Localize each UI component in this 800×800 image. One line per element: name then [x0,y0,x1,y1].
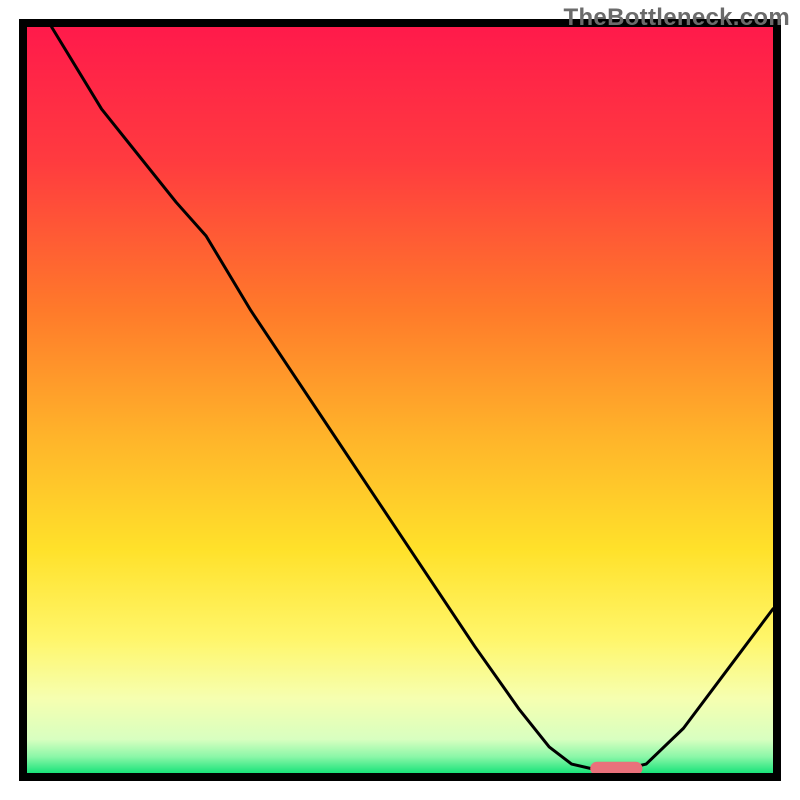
bottleneck-chart: TheBottleneck.com [0,0,800,800]
chart-svg [0,0,800,800]
watermark-text: TheBottleneck.com [564,4,790,32]
gradient-background [27,27,773,773]
